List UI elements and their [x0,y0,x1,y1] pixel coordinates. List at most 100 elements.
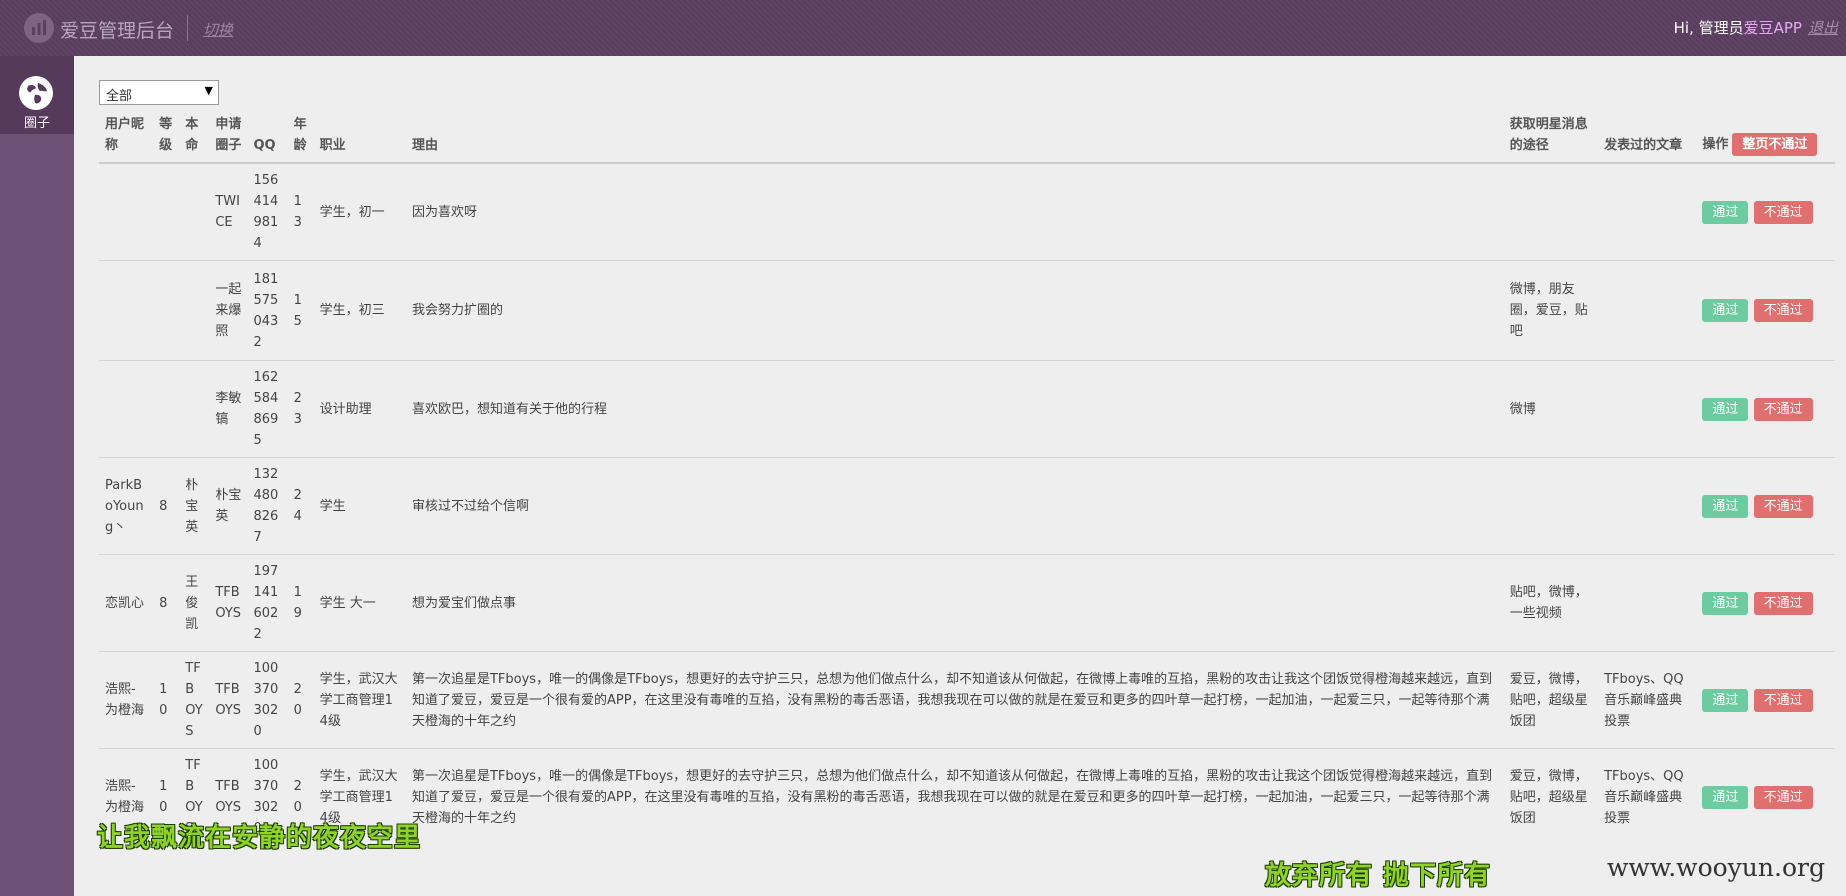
table-row: ParkBoYoung丶 8 朴宝英 朴宝英 1324808267 24 学生 审核过不过给个… [99,457,1835,555]
header-reason: 理由 [405,112,1504,164]
cell-actions: 通过 不通过 [1696,651,1835,749]
watermark: www.wooyun.org [1607,853,1825,882]
header-age: 年龄 [287,112,314,164]
cell-qq: 1564149814 [247,162,288,261]
sidebar-item-circle[interactable]: 圈子 [0,56,74,134]
caret-down-icon: ▼ [204,84,213,97]
sidebar-item-label: 圈子 [23,116,50,131]
cell-actions: 通过 不通过 [1696,162,1835,261]
cell-circle: 朴宝英 [209,457,248,555]
reject-button[interactable]: 不通过 [1753,200,1813,224]
user-greeting: Hi, 管理员爱豆APP 退出 [1674,17,1838,38]
reject-button[interactable]: 不通过 [1753,494,1813,518]
header-level: 等级 [153,112,180,164]
cell-articles [1598,554,1697,652]
cell-source: 爱豆，微博，贴吧，超级星饭团 [1503,651,1599,749]
cell-nick [99,360,154,458]
applications-table: 用户昵称 等级 本命 申请圈子 QQ 年龄 职业 理由 获取明星消息的途径 发表… [99,112,1835,845]
cell-articles [1598,260,1697,361]
table-row: 李敏镐 1625848695 23 设计助理 喜欢欧巴，想知道有关于他的行程 微博 通过 不… [99,360,1835,458]
header-articles: 发表过的文章 [1598,112,1697,164]
reject-button[interactable]: 不通过 [1753,397,1813,421]
approve-button[interactable]: 通过 [1702,785,1749,809]
brand-title: 爱豆管理后台 [60,20,175,42]
cell-reason: 想为爱宝们做点事 [405,554,1504,652]
logo-icon [24,13,54,43]
cell-source [1503,457,1599,555]
cell-job: 学生 大一 [313,554,406,652]
cell-articles: TFboys、QQ音乐巅峰盛典投票 [1598,651,1697,749]
reject-button[interactable]: 不通过 [1753,299,1813,322]
table-header-row: 用户昵称 等级 本命 申请圈子 QQ 年龄 职业 理由 获取明星消息的途径 发表… [99,112,1835,164]
cell-actions: 通过 不通过 [1696,260,1835,361]
cell-level: 8 [153,457,180,555]
circle-filter-select[interactable]: 全部 ▼ [99,80,219,105]
user-name: 爱豆APP [1743,19,1802,37]
header-divider [187,15,188,41]
reject-button[interactable]: 不通过 [1753,785,1813,809]
cell-source: 微博 [1503,360,1599,458]
cell-job: 学生，初三 [313,260,406,361]
cell-level [153,260,180,361]
filter-selected-value: 全部 [106,89,133,104]
cell-age: 19 [287,554,314,652]
cell-articles: TFboys、QQ音乐巅峰盛典投票 [1598,748,1697,845]
cell-name [179,360,210,458]
cell-job: 学生 [313,457,406,555]
header-job: 职业 [313,112,406,164]
cell-reason: 审核过不过给个信啊 [405,457,1504,555]
table-row: 恋凯心 8 王俊凯 TFBOYS 1971416022 19 学生 大一 想为爱宝们做点事 贴吧… [99,554,1835,652]
table-row: 一起来爆照 1815750432 15 学生，初三 我会努力扩圈的 微博，朋友圈，爱豆，贴… [99,260,1835,361]
approve-button[interactable]: 通过 [1702,494,1749,518]
cell-name [179,260,210,361]
cell-nick [99,162,154,261]
approve-button[interactable]: 通过 [1702,397,1749,421]
cell-reason: 喜欢欧巴，想知道有关于他的行程 [405,360,1504,458]
cell-circle: TFBOYS [209,651,248,749]
cell-reason: 我会努力扩圈的 [405,260,1504,361]
cell-nick: ParkBoYoung丶 [99,457,154,555]
cell-actions: 通过 不通过 [1696,554,1835,652]
switch-link[interactable]: 切换 [203,19,233,40]
approve-button[interactable]: 通过 [1702,299,1749,322]
approve-button[interactable]: 通过 [1702,591,1749,615]
cell-source: 贴吧，微博，一些视频 [1503,554,1599,652]
cell-age: 15 [287,260,314,361]
cell-source [1503,162,1599,261]
cell-name: 朴宝英 [179,457,210,555]
reject-button[interactable]: 不通过 [1753,591,1813,615]
cell-reason: 第一次追星是TFboys，唯一的偶像是TFboys，想更好的去守护三只，总想为他… [405,651,1504,749]
cell-job: 学生，初一 [313,162,406,261]
cell-circle: TWICE [209,162,248,261]
cell-circle: 李敏镐 [209,360,248,458]
header-op-label: 操作 [1702,137,1729,152]
logout-link[interactable]: 退出 [1808,19,1838,37]
cell-articles [1598,162,1697,261]
cell-qq: 1971416022 [247,554,288,652]
cell-source: 微博，朋友圈，爱豆，贴吧 [1503,260,1599,361]
header-qq: QQ [247,112,288,164]
cell-qq: 1815750432 [247,260,288,361]
cell-actions: 通过 不通过 [1696,360,1835,458]
cell-age: 20 [287,651,314,749]
cell-job: 学生，武汉大学工商管理14级 [313,651,406,749]
greeting-text: Hi, 管理员 [1673,19,1744,37]
cell-job: 设计助理 [313,360,406,458]
cell-name [179,162,210,261]
header-op: 操作 整页不通过 [1696,112,1835,164]
table-row: 浩熙-为橙海 10 TFBOYS TFBOYS 1003703020 20 学生，武汉大学工… [99,651,1835,749]
cell-nick [99,260,154,361]
approve-button[interactable]: 通过 [1702,200,1749,224]
reject-button[interactable]: 不通过 [1753,688,1813,712]
header-source: 获取明星消息的途径 [1503,112,1599,164]
cell-age: 23 [287,360,314,458]
cell-reason: 因为喜欢呀 [405,162,1504,261]
approve-button[interactable]: 通过 [1702,688,1749,712]
cell-age: 13 [287,162,314,261]
reject-page-button[interactable]: 整页不通过 [1732,133,1818,156]
header-circle: 申请圈子 [209,112,248,164]
globe-icon [19,76,53,110]
video-caption-right: 放弃所有 抛下所有 [1265,861,1492,891]
top-bar: 爱豆管理后台 切换 Hi, 管理员爱豆APP 退出 [0,0,1846,56]
cell-source: 爱豆，微博，贴吧，超级星饭团 [1503,748,1599,845]
